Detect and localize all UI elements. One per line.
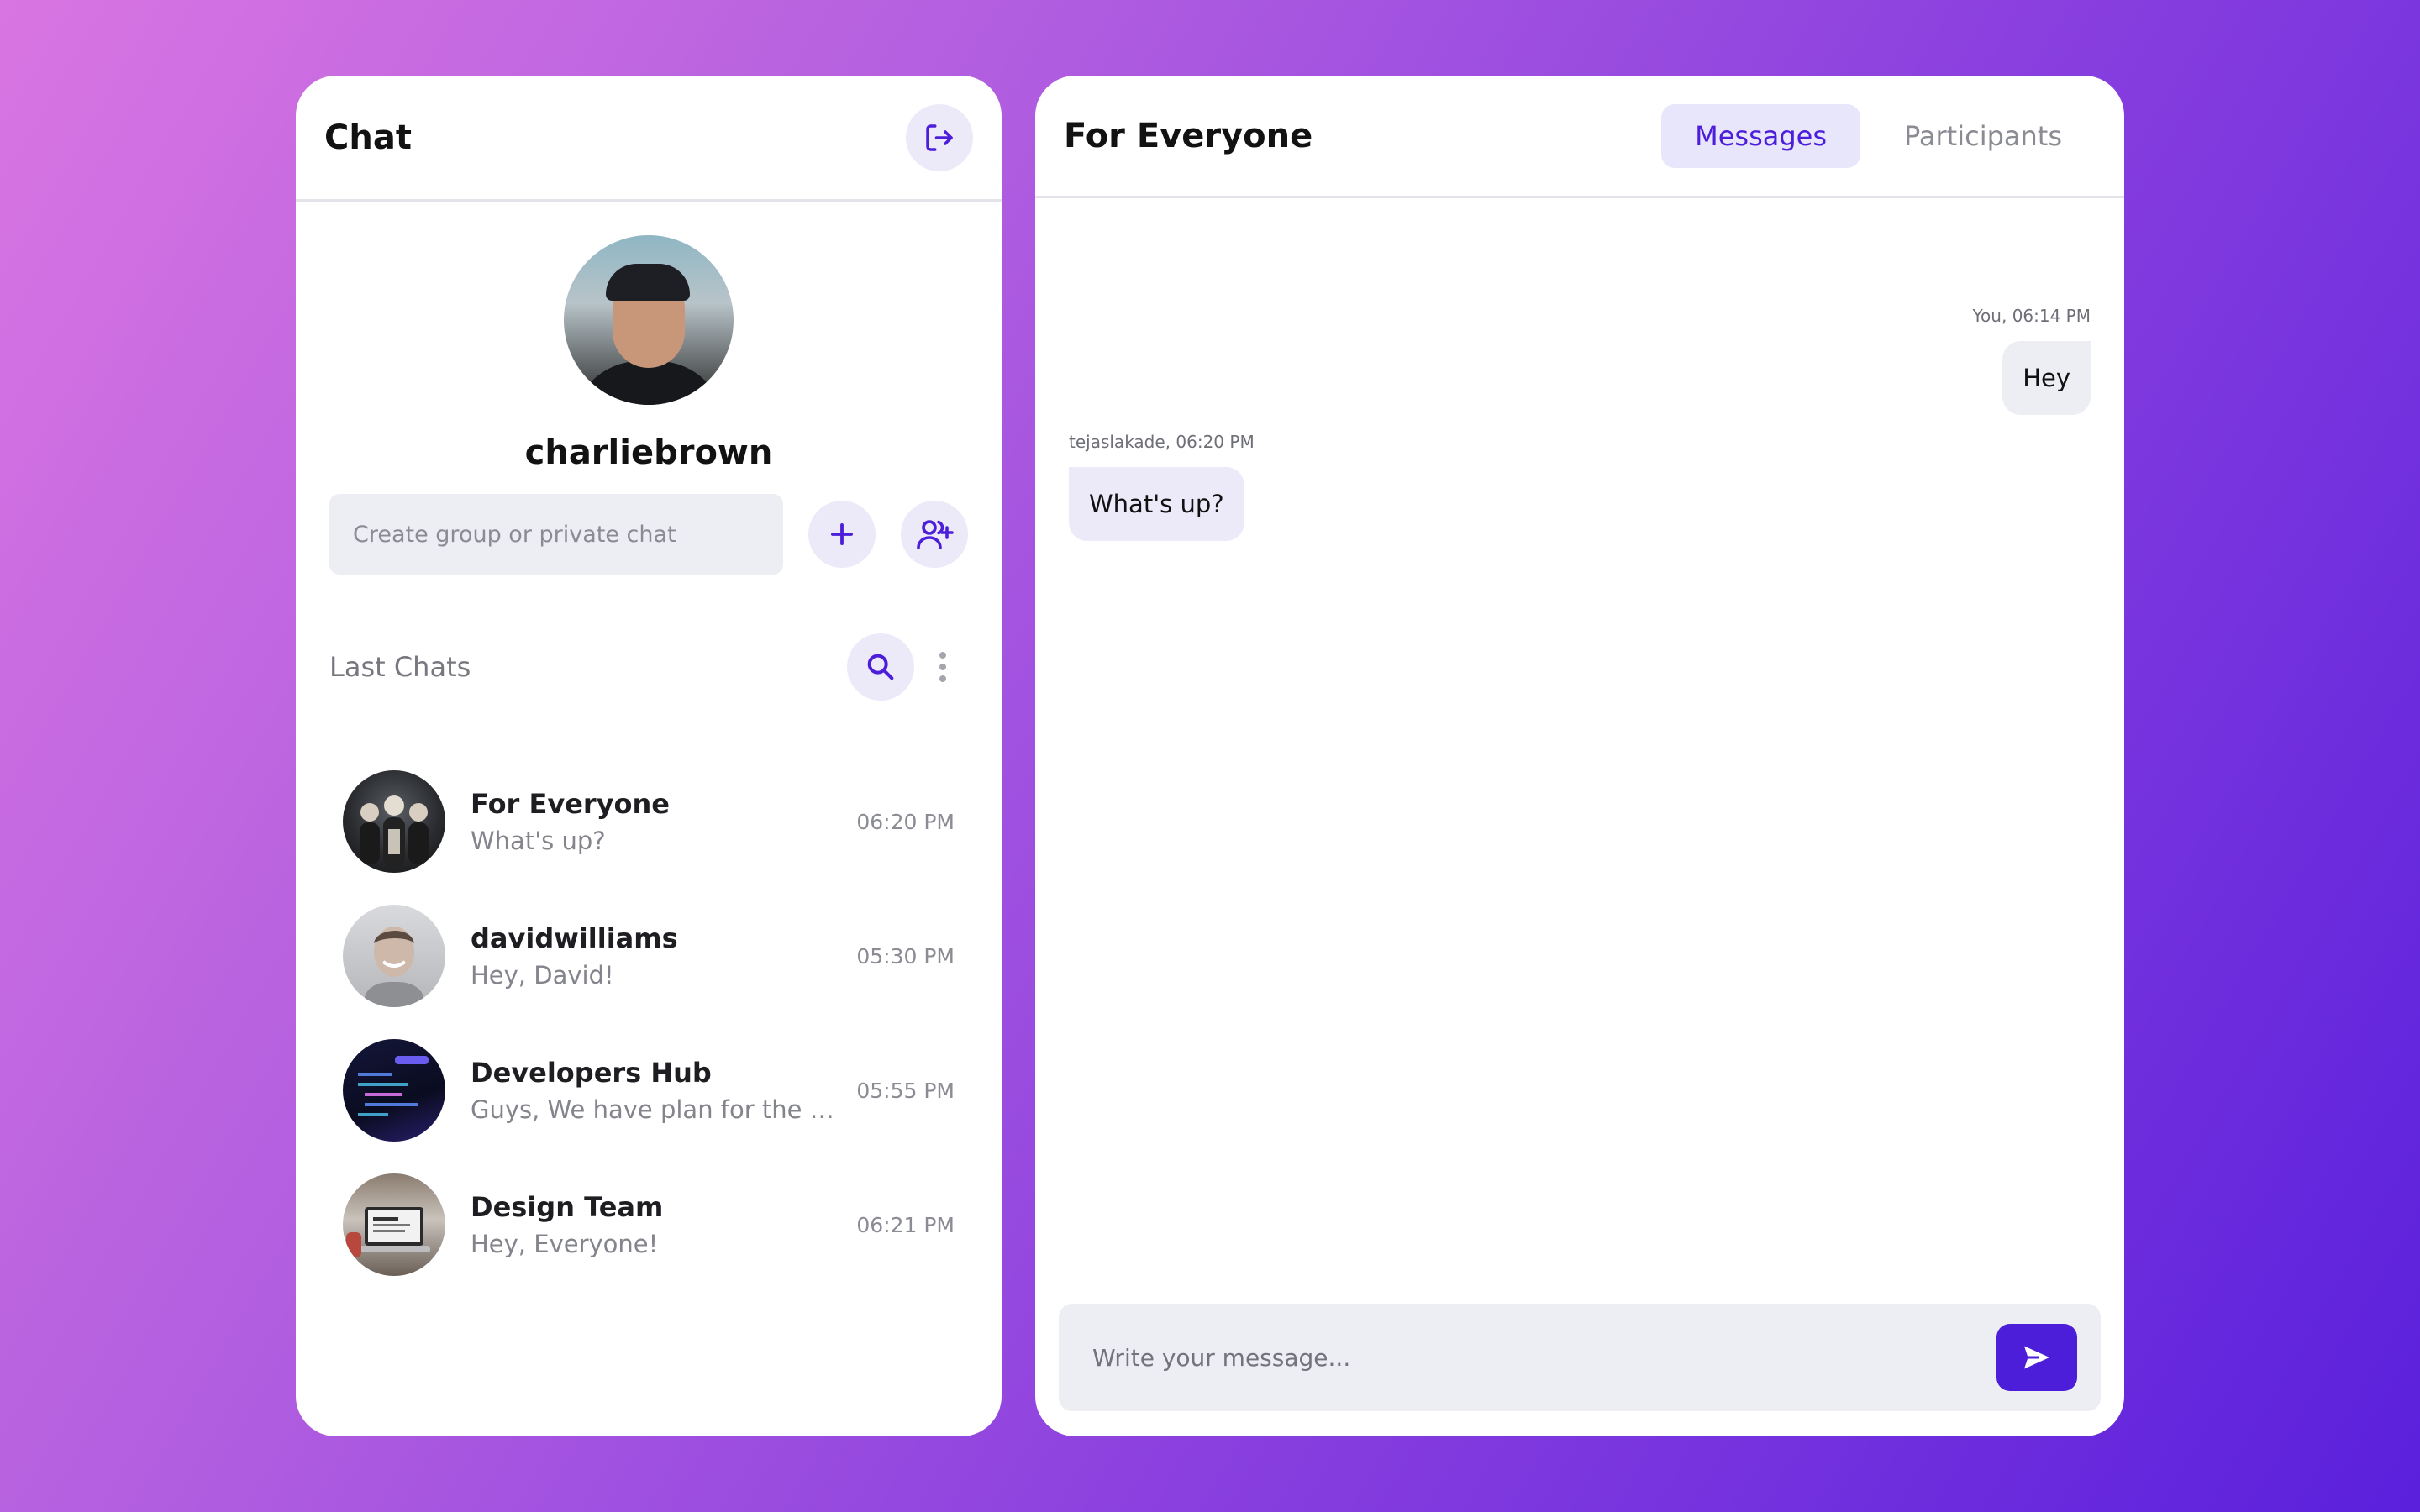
- add-user-icon: [917, 520, 954, 549]
- message-bubble-own: Hey: [2002, 341, 2091, 415]
- chat-time: 05:30 PM: [856, 943, 955, 969]
- chat-name: davidwilliams: [471, 922, 678, 954]
- last-chats-header: Last Chats: [296, 633, 1002, 701]
- logout-icon: [926, 123, 953, 151]
- logout-button[interactable]: [906, 103, 973, 171]
- chat-sidebar: Chat charliebrown Create group or privat…: [296, 76, 1002, 1436]
- chat-preview: Guys, We have plan for the next: [471, 1095, 847, 1124]
- chat-item-davidwilliams[interactable]: davidwilliams Hey, David! 05:30 PM: [343, 889, 955, 1023]
- sidebar-title: Chat: [324, 118, 412, 157]
- chat-item-developers-hub[interactable]: Developers Hub Guys, We have plan for th…: [343, 1023, 955, 1158]
- message-list: You, 06:14 PM Hey tejaslakade, 06:20 PM …: [1035, 198, 2124, 1290]
- more-vertical-icon: [939, 652, 946, 682]
- chat-preview: Hey, David!: [471, 961, 614, 990]
- chat-time: 06:21 PM: [856, 1212, 955, 1237]
- send-icon: [2024, 1346, 2049, 1369]
- tab-messages[interactable]: Messages: [1661, 103, 1861, 168]
- chat-name: Developers Hub: [471, 1057, 712, 1089]
- create-chat-input[interactable]: [329, 494, 783, 575]
- search-chats-button[interactable]: [847, 633, 914, 701]
- add-chat-button[interactable]: [808, 501, 876, 568]
- message-bubble-received: What's up?: [1069, 467, 1244, 541]
- chat-preview: Hey, Everyone!: [471, 1230, 659, 1258]
- last-chats-label: Last Chats: [329, 651, 471, 683]
- chat-item-design-team[interactable]: Design Team Hey, Everyone! 06:21 PM: [343, 1158, 955, 1292]
- conversation-header: For Everyone Messages Participants: [1035, 76, 2124, 198]
- profile-username: charliebrown: [524, 433, 773, 472]
- create-chat-row: [296, 494, 1002, 575]
- chat-time: 05:55 PM: [856, 1078, 955, 1103]
- chat-preview: What's up?: [471, 827, 606, 855]
- tab-participants[interactable]: Participants: [1870, 104, 2096, 168]
- plus-icon: [831, 523, 853, 545]
- sidebar-header: Chat: [296, 76, 1002, 202]
- message-input[interactable]: [1092, 1343, 1996, 1372]
- message-meta: tejaslakade, 06:20 PM: [1069, 432, 1255, 452]
- message-meta: You, 06:14 PM: [1972, 306, 2091, 326]
- chat-item-for-everyone[interactable]: For Everyone What's up? 06:20 PM: [343, 754, 955, 889]
- chats-menu-button[interactable]: [918, 633, 968, 701]
- send-button[interactable]: [1996, 1324, 2077, 1391]
- chat-name: For Everyone: [471, 788, 670, 820]
- chat-list: For Everyone What's up? 06:20 PM davidwi…: [296, 754, 1002, 1292]
- chat-avatar: [343, 1039, 445, 1142]
- message-composer: [1059, 1304, 2101, 1411]
- conversation-panel: For Everyone Messages Participants You, …: [1035, 76, 2124, 1436]
- profile-section: charliebrown: [296, 202, 1002, 472]
- chat-avatar: [343, 1173, 445, 1276]
- search-icon: [867, 654, 894, 680]
- profile-avatar: [564, 235, 734, 405]
- chat-avatar: [343, 905, 445, 1007]
- add-user-button[interactable]: [901, 501, 968, 568]
- chat-avatar: [343, 770, 445, 873]
- chat-name: Design Team: [471, 1191, 664, 1223]
- chat-time: 06:20 PM: [856, 809, 955, 834]
- conversation-title: For Everyone: [1064, 116, 1313, 155]
